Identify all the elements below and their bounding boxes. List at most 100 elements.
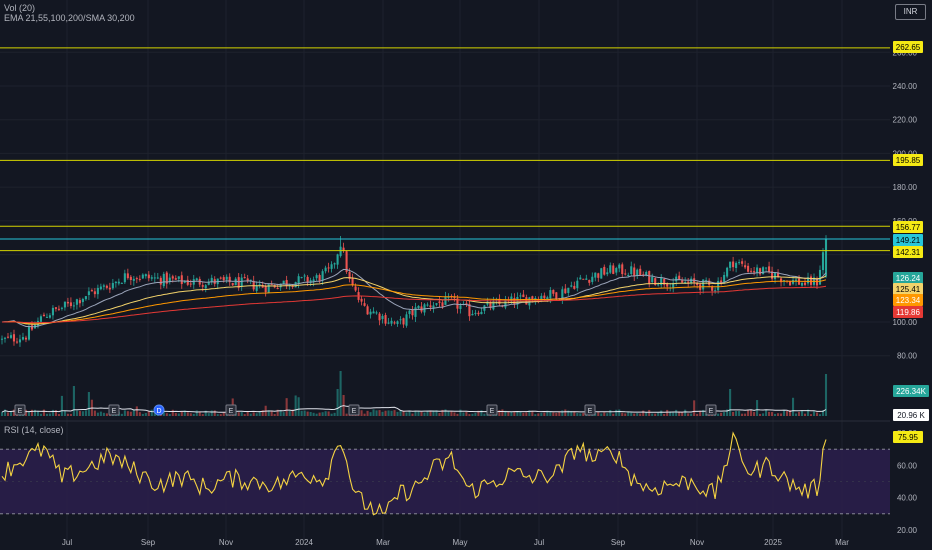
volume-last-tag: 226.34K (896, 387, 926, 396)
ma-price-tag: 123.34 (896, 296, 921, 305)
candle-body (738, 262, 741, 264)
candle-body (39, 316, 42, 322)
candle-body (105, 285, 108, 288)
candle-body (297, 276, 300, 284)
volume-bar (540, 412, 543, 416)
candle-body (600, 268, 603, 279)
volume-bar (363, 413, 366, 416)
volume-bar (327, 411, 330, 416)
candle-body (117, 281, 120, 284)
ma-price-tag: 125.41 (896, 285, 921, 294)
ma-price-tag: 126.24 (896, 274, 921, 283)
volume-bar (378, 410, 381, 416)
earnings-marker: E (486, 404, 498, 416)
volume-bar (372, 409, 375, 416)
volume-bar (249, 413, 252, 416)
candle-body (21, 337, 25, 340)
volume-bar (444, 409, 447, 416)
candle-body (723, 275, 726, 282)
volume-bar (6, 412, 10, 416)
candle-body (384, 315, 387, 324)
candle-body (441, 302, 444, 307)
volume-bar (525, 412, 528, 416)
volume-bar (420, 411, 423, 416)
candle-body (687, 281, 690, 283)
candle-body (750, 270, 753, 272)
currency-button[interactable]: INR (895, 4, 926, 20)
candle-body (48, 315, 51, 318)
volume-bar (330, 413, 333, 416)
earnings-marker-label: E (229, 408, 234, 415)
candle-body (399, 319, 402, 321)
candle-body (246, 278, 249, 281)
candle-body (177, 276, 180, 279)
candle-body (153, 277, 156, 279)
candle-body (597, 273, 600, 278)
volume-bar (771, 412, 774, 416)
candle-body (171, 276, 174, 279)
volume-bar (597, 412, 600, 416)
volume-bar (66, 413, 69, 416)
volume-bar (408, 410, 411, 416)
volume-bar (99, 411, 102, 416)
ema-legend: EMA 21,55,100,200/SMA 30,200 (4, 13, 135, 23)
price-axis-tick: 240.00 (893, 82, 918, 91)
candle-body (681, 280, 684, 283)
volume-bar (216, 414, 219, 416)
volume-bar (735, 411, 738, 416)
volume-bar (759, 413, 762, 416)
candle-body (150, 277, 153, 279)
candle-body (657, 284, 660, 286)
candle-body (78, 300, 81, 304)
candle-body (66, 301, 69, 304)
volume-bar (144, 412, 147, 416)
rsi-axis-tick: 60.00 (897, 461, 918, 470)
candle-body (522, 294, 525, 298)
volume-bar (693, 400, 696, 416)
candle-body (339, 246, 342, 257)
volume-bar (369, 412, 372, 416)
candle-body (621, 264, 624, 275)
candle-body (585, 278, 588, 280)
volume-bar (774, 413, 777, 416)
candle-body (138, 278, 141, 280)
volume-bar (240, 412, 243, 416)
candle-body (375, 312, 378, 314)
candle-body (366, 306, 369, 315)
volume-bar (381, 411, 384, 416)
volume-bar (384, 410, 387, 416)
volume-bar (189, 413, 192, 416)
volume-bar (252, 412, 255, 416)
volume-bar (803, 413, 807, 416)
price-chart[interactable]: EEDEEEEE80.00100.00120.00140.00160.00180… (0, 0, 932, 550)
volume-bar (45, 413, 48, 416)
candle-body (0, 338, 4, 340)
volume-bar (387, 410, 390, 416)
candle-body (333, 263, 336, 265)
volume-bar (126, 411, 129, 416)
volume-bar (63, 410, 66, 416)
volume-bar (255, 413, 258, 416)
volume-bar (30, 409, 34, 416)
candle-body (594, 272, 597, 278)
volume-bar (675, 409, 678, 416)
candle-body (519, 295, 522, 297)
volume-bar (768, 411, 771, 416)
volume-bar (600, 413, 603, 416)
candle-body (102, 285, 105, 287)
candle-body (480, 311, 483, 315)
volume-bar (39, 413, 42, 416)
candle-body (405, 314, 408, 326)
candle-body (429, 305, 432, 308)
volume-bar (534, 414, 537, 416)
candle-body (321, 271, 324, 281)
candle-body (402, 318, 405, 325)
volume-bar (78, 410, 81, 416)
volume-bar (360, 410, 363, 416)
earnings-marker: E (584, 404, 596, 416)
candle-body (345, 251, 348, 272)
volume-bar (33, 409, 37, 416)
volume-bar (168, 414, 171, 416)
volume-bar (324, 411, 327, 416)
volume-bar (777, 413, 780, 416)
